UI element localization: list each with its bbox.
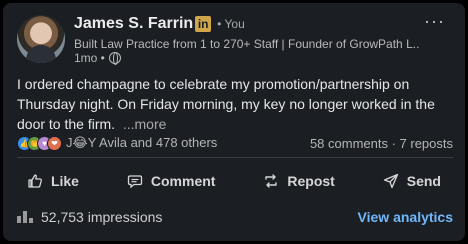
post-body: I ordered champagne to celebrate my prom… (17, 74, 457, 134)
action-bar: Like Comment Repost Send (3, 163, 465, 199)
bar-chart-icon (17, 211, 33, 223)
send-icon (383, 173, 398, 189)
comment-label: Comment (150, 173, 216, 189)
send-label: Send (406, 173, 441, 189)
more-options-icon[interactable]: ··· (424, 11, 445, 32)
repost-label: Repost (287, 173, 335, 189)
see-more-link[interactable]: ...more (123, 116, 167, 132)
comment-icon (127, 175, 143, 189)
globe-icon (108, 52, 121, 65)
repost-icon (265, 174, 278, 188)
post-time-row: 1mo • (74, 51, 121, 65)
social-counts-row: 👍 👏 ♥ ❤ J😂Y Avila and 478 others 58 comm… (17, 135, 453, 151)
send-button[interactable]: Send (373, 167, 451, 195)
reactors-text[interactable]: J😂Y Avila and 478 others (66, 135, 217, 151)
author-headline: Built Law Practice from 1 to 270+ Staff … (74, 37, 420, 51)
post-footer: 52,753 impressions View analytics (17, 209, 453, 225)
post-time: 1mo • (74, 51, 105, 65)
impressions-count: 52,753 impressions (41, 209, 163, 225)
author-relation: • You (217, 17, 245, 31)
view-analytics-link[interactable]: View analytics (358, 209, 453, 225)
like-label: Like (50, 173, 79, 189)
comments-reposts-count[interactable]: 58 comments · 7 reposts (310, 136, 453, 151)
author-avatar[interactable] (17, 15, 65, 63)
divider (17, 157, 453, 158)
like-button[interactable]: Like (17, 167, 89, 195)
love-reaction-icon: ❤ (47, 135, 62, 151)
impressions: 52,753 impressions (17, 209, 162, 225)
thumbs-up-icon (28, 174, 42, 188)
post-card: James S. Farrin in • You Built Law Pract… (3, 3, 465, 241)
linkedin-premium-icon: in (195, 16, 212, 32)
author-name-row: James S. Farrin in • You (74, 15, 245, 33)
post-text: I ordered champagne to celebrate my prom… (17, 76, 435, 132)
reactions-summary[interactable]: 👍 👏 ♥ ❤ J😂Y Avila and 478 others (17, 135, 217, 151)
author-name[interactable]: James S. Farrin (74, 15, 193, 33)
repost-button[interactable]: Repost (253, 167, 344, 195)
comment-button[interactable]: Comment (117, 167, 226, 195)
